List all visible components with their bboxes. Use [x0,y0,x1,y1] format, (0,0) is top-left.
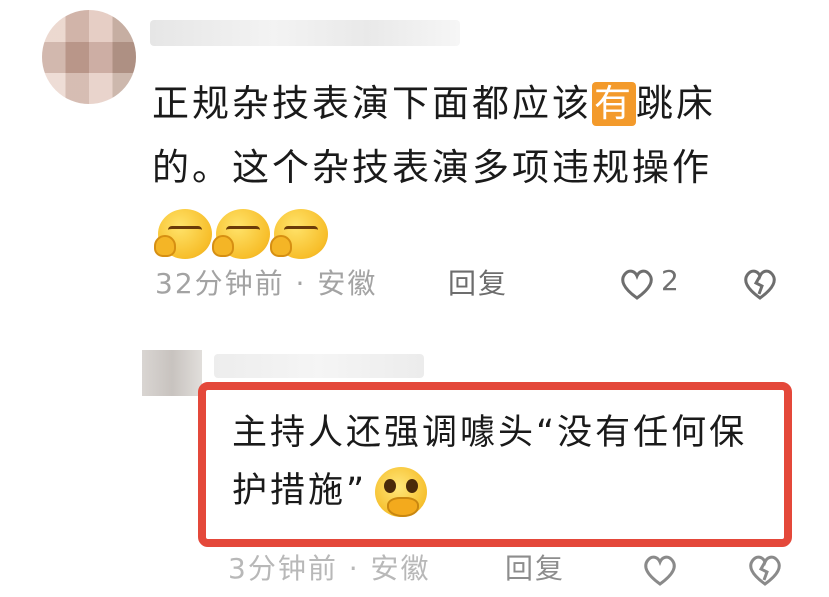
commenter-avatar[interactable] [42,10,136,104]
emoji-group [154,208,328,259]
comment-meta: 32分钟前 · 安徽 [155,262,377,302]
blurred-username[interactable] [150,20,460,46]
reply-meta: 3分钟前 · 安徽 [228,547,431,587]
broken-heart-icon[interactable] [740,264,780,304]
heart-outline-icon[interactable] [617,264,657,304]
reply-button[interactable]: 回复 [505,547,565,587]
comment-text: 正规杂技表演下面都应该有跳床的。这个杂技表演多项违规操作 [152,72,772,264]
smirk-emoji-icon [270,208,328,259]
meta-separator: · [295,267,307,300]
reply-button[interactable]: 回复 [448,262,508,302]
heart-outline-icon[interactable] [640,550,680,590]
reply-time: 3分钟前 [228,552,338,585]
meta-separator: · [348,552,360,585]
comment-location: 安徽 [317,267,378,300]
highlighted-word: 有 [592,82,636,126]
reply-comment-text: 主持人还强调噱头“没有任何保护措施” [232,404,772,520]
broken-heart-icon[interactable] [745,550,785,590]
comment-text-part: 正规杂技表演下面都应该 [152,82,592,125]
blurred-username[interactable] [214,354,424,378]
covering-mouth-emoji-icon [375,467,428,517]
reply-text: 主持人还强调噱头“没有任何保护措施” [232,413,748,511]
smirk-emoji-icon [154,208,212,259]
like-count: 2 [661,264,679,297]
smirk-emoji-icon [212,208,270,259]
reply-location: 安徽 [370,552,431,585]
reply-avatar[interactable] [142,350,202,396]
comment-time: 32分钟前 [155,267,285,300]
